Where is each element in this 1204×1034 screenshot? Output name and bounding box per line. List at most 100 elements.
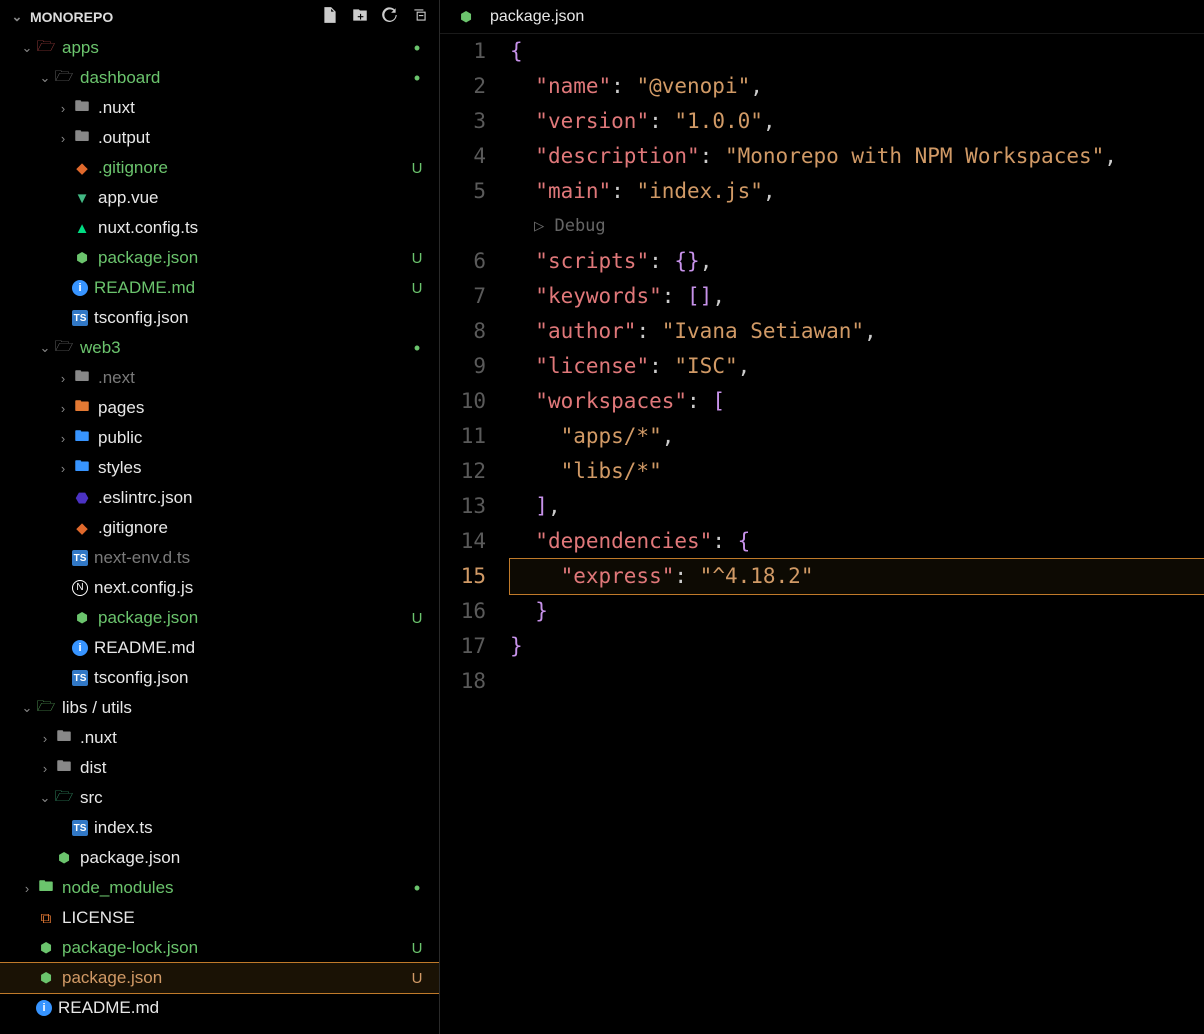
code-line[interactable]: "dependencies": { [510, 524, 1204, 559]
chevron-down-icon[interactable]: ⌄ [36, 70, 54, 86]
tree-row--gitignore[interactable]: ◆.gitignoreU [0, 153, 439, 183]
tree-row-node-modules[interactable]: ›🖿node_modules• [0, 873, 439, 903]
code-line[interactable]: ], [510, 489, 1204, 524]
tree-row-readme-md[interactable]: iREADME.mdU [0, 273, 439, 303]
chevron-right-icon[interactable]: › [54, 461, 72, 476]
line-number: 6 [440, 244, 486, 279]
chevron-right-icon[interactable]: › [36, 731, 54, 746]
tree-item-label: pages [98, 398, 409, 418]
line-number: 13 [440, 489, 486, 524]
git-status-badge: U [409, 280, 425, 297]
chevron-right-icon[interactable]: › [54, 131, 72, 146]
chevron-right-icon[interactable]: › [54, 371, 72, 386]
code-line[interactable]: "name": "@venopi", [510, 69, 1204, 104]
tree-row-package-json[interactable]: ⬢package.jsonU [0, 963, 439, 993]
tree-row-package-json[interactable]: ⬢package.jsonU [0, 603, 439, 633]
line-number: 18 [440, 664, 486, 699]
tree-row--gitignore[interactable]: ◆.gitignore [0, 513, 439, 543]
tree-row--eslintrc-json[interactable]: ⬣.eslintrc.json [0, 483, 439, 513]
code-line[interactable]: } [510, 629, 1204, 664]
tree-row-index-ts[interactable]: TSindex.ts [0, 813, 439, 843]
chevron-right-icon[interactable]: › [54, 431, 72, 446]
line-number: 3 [440, 104, 486, 139]
typescript-icon: TS [72, 670, 88, 686]
tree-row-package-json[interactable]: ⬢package.jsonU [0, 243, 439, 273]
tree-row-dashboard[interactable]: ⌄🗁dashboard• [0, 63, 439, 93]
code-line[interactable]: "author": "Ivana Setiawan", [510, 314, 1204, 349]
chevron-down-icon[interactable]: ⌄ [36, 790, 54, 806]
git-status-dot: • [409, 69, 425, 87]
git-status-badge: U [409, 250, 425, 267]
tree-row--nuxt[interactable]: ›🖿.nuxt [0, 93, 439, 123]
tree-row-public[interactable]: ›🖿public [0, 423, 439, 453]
new-folder-icon[interactable] [351, 6, 369, 27]
code-line[interactable]: "apps/*", [510, 419, 1204, 454]
code-line[interactable]: "keywords": [], [510, 279, 1204, 314]
collapse-all-icon[interactable] [411, 6, 429, 27]
tree-row-readme-md[interactable]: iREADME.md [0, 993, 439, 1023]
tree-row-package-json[interactable]: ⬢package.json [0, 843, 439, 873]
code-line[interactable]: "description": "Monorepo with NPM Worksp… [510, 139, 1204, 174]
code-line[interactable]: "scripts": {}, [510, 244, 1204, 279]
chevron-down-icon[interactable]: ⌄ [8, 9, 26, 25]
code-line[interactable]: "workspaces": [ [510, 384, 1204, 419]
debug-codelens[interactable]: ▷ Debug [510, 209, 1204, 244]
tree-row-pages[interactable]: ›🖿pages [0, 393, 439, 423]
tree-row-app-vue[interactable]: ▼app.vue [0, 183, 439, 213]
typescript-icon: TS [72, 820, 88, 836]
tree-row-dist[interactable]: ›🖿dist [0, 753, 439, 783]
code-line[interactable]: "libs/*" [510, 454, 1204, 489]
tree-row-libs---utils[interactable]: ⌄🗁libs / utils [0, 693, 439, 723]
explorer-header: ⌄ MONOREPO [0, 0, 439, 33]
folder-icon: 🖿 [72, 98, 92, 118]
chevron-down-icon[interactable]: ⌄ [18, 700, 36, 716]
code-line[interactable]: } [510, 594, 1204, 629]
chevron-right-icon[interactable]: › [54, 401, 72, 416]
tree-row-license[interactable]: ⧉LICENSE [0, 903, 439, 933]
code-line[interactable]: "main": "index.js", [510, 174, 1204, 209]
folder-icon: 🖿 [54, 728, 74, 748]
chevron-down-icon[interactable]: ⌄ [36, 340, 54, 356]
src-folder-icon: 🗁 [54, 788, 74, 808]
tab-package-json[interactable]: ⬢ package.json [440, 0, 600, 33]
git-status-badge: U [409, 160, 425, 177]
refresh-icon[interactable] [381, 6, 399, 27]
code-line[interactable]: "license": "ISC", [510, 349, 1204, 384]
tree-row-apps[interactable]: ⌄🗁apps• [0, 33, 439, 63]
tree-row-nuxt-config-ts[interactable]: ▲nuxt.config.ts [0, 213, 439, 243]
nextjs-icon: N [72, 580, 88, 596]
tree-row-tsconfig-json[interactable]: TStsconfig.json [0, 663, 439, 693]
node-modules-folder-icon: 🖿 [36, 878, 56, 898]
tree-row-tsconfig-json[interactable]: TStsconfig.json [0, 303, 439, 333]
tree-row-package-lock-json[interactable]: ⬢package-lock.jsonU [0, 933, 439, 963]
tree-row-next-config-js[interactable]: Nnext.config.js [0, 573, 439, 603]
tree-row--output[interactable]: ›🖿.output [0, 123, 439, 153]
chevron-right-icon[interactable]: › [54, 101, 72, 116]
git-status-dot: • [409, 879, 425, 897]
tree-row-styles[interactable]: ›🖿styles [0, 453, 439, 483]
tree-item-label: next.config.js [94, 578, 409, 598]
tree-row--next[interactable]: ›🖿.next [0, 363, 439, 393]
json-icon: ⬢ [456, 7, 476, 27]
chevron-down-icon[interactable]: ⌄ [18, 40, 36, 56]
tree-row-next-env-d-ts[interactable]: TSnext-env.d.ts [0, 543, 439, 573]
code-line[interactable]: "version": "1.0.0", [510, 104, 1204, 139]
code-line[interactable]: "express": "^4.18.2" [510, 559, 1204, 594]
tree-row-readme-md[interactable]: iREADME.md [0, 633, 439, 663]
tree-row--nuxt[interactable]: ›🖿.nuxt [0, 723, 439, 753]
chevron-right-icon[interactable]: › [18, 881, 36, 896]
json-icon: ⬢ [72, 608, 92, 628]
tree-item-label: package.json [98, 248, 409, 268]
new-file-icon[interactable] [321, 6, 339, 27]
line-number: 15 [440, 559, 486, 594]
chevron-right-icon[interactable]: › [36, 761, 54, 776]
code-editor[interactable]: 12345 6789101112131415161718 { "name": "… [440, 34, 1204, 1034]
folder-open-icon: 🗁 [54, 68, 74, 88]
tree-item-label: .gitignore [98, 518, 409, 538]
code-line[interactable] [510, 664, 1204, 699]
line-gutter: 12345 6789101112131415161718 [440, 34, 510, 1034]
tree-row-web3[interactable]: ⌄🗁web3• [0, 333, 439, 363]
code-line[interactable]: { [510, 34, 1204, 69]
folder-icon: 🖿 [54, 758, 74, 778]
tree-row-src[interactable]: ⌄🗁src [0, 783, 439, 813]
